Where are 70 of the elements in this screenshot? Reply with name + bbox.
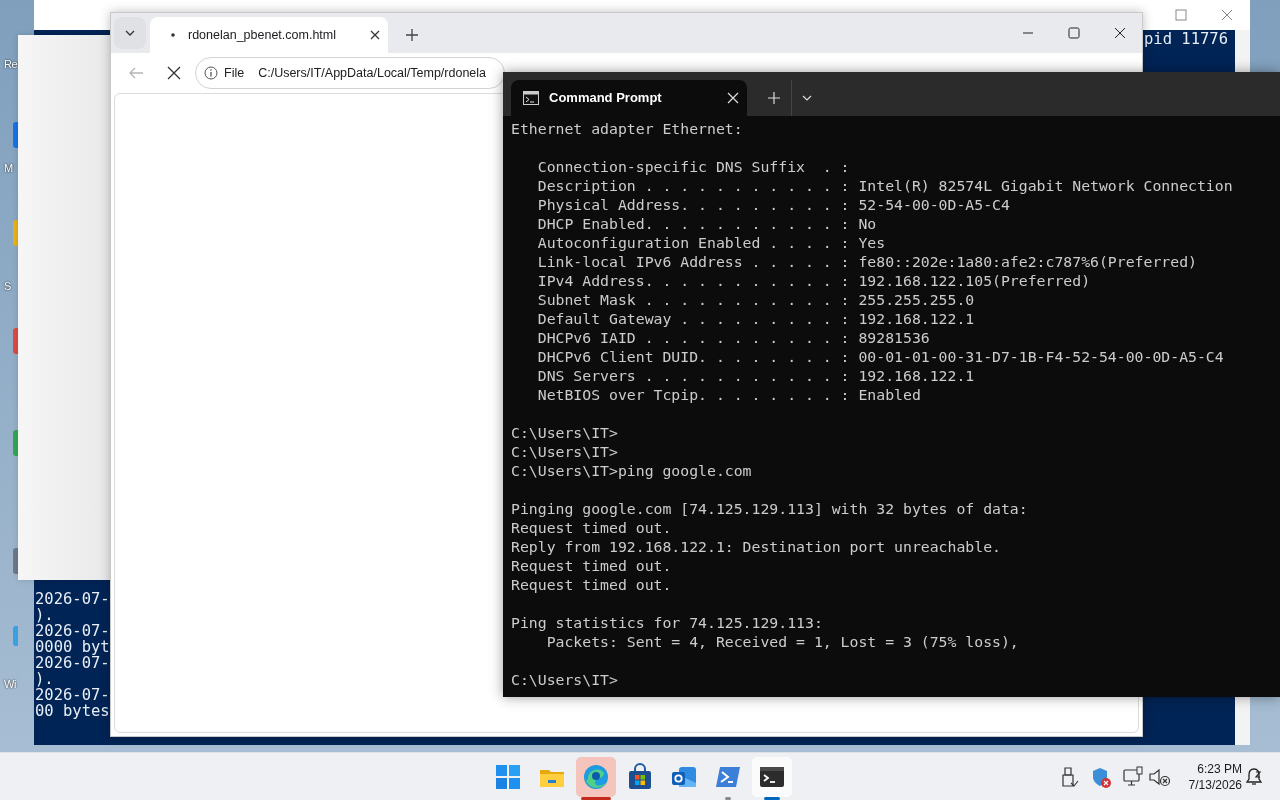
console-line: NetBIOS over Tcpip. . . . . . . . : Enabled <box>536 385 922 404</box>
close-icon <box>1114 27 1126 39</box>
console-line: Autoconfiguration Enabled . . . . : Yes <box>536 233 887 252</box>
browser-tab[interactable]: rdonelan_pbenet.com.html <box>150 17 388 53</box>
console-line: Ethernet adapter Ethernet: <box>511 119 744 138</box>
bell-icon <box>1244 767 1264 787</box>
console-line: DHCPv6 Client DUID. . . . . . . . : 00-01-01-00-31-D7-1B-F4-52-54-00-0D-A5-C4 <box>536 347 1225 366</box>
plus-icon <box>768 92 780 104</box>
console-line: ). <box>35 671 55 687</box>
console-line: ). <box>35 607 55 623</box>
console-line: 00 bytes <box>35 703 110 719</box>
close-icon <box>167 66 181 80</box>
console-icon <box>523 91 539 105</box>
console-line: C:\Users\IT> <box>511 670 619 689</box>
close-icon <box>370 30 380 40</box>
maximize-icon <box>1175 9 1187 21</box>
console-line: Request timed out. <box>511 518 673 537</box>
monitor-icon <box>1122 766 1144 788</box>
console-line: Description . . . . . . . . . . . : Intel(R) 82574L Gigabit Network Connection <box>536 176 1234 195</box>
console-line: Request timed out. <box>511 556 673 575</box>
tab-title: rdonelan_pbenet.com.html <box>188 26 337 44</box>
desktop-icon-label: Wi <box>4 677 16 692</box>
plus-icon <box>405 28 419 42</box>
windows-logo-icon <box>494 763 522 791</box>
console-line: Reply from 192.168.122.1: Destination port unreachable. <box>511 537 1002 556</box>
console-line: 2026-07- <box>35 623 110 639</box>
desktop-icon-label: S <box>4 279 11 294</box>
shield-icon <box>1090 766 1112 788</box>
desktop-icon-label: M <box>4 161 13 176</box>
console-line: C:\Users\IT> <box>511 423 619 442</box>
close-icon <box>1221 9 1233 21</box>
tab-title: Command Prompt <box>549 89 663 108</box>
desktop-icon-label: Re <box>4 57 18 72</box>
chevron-down-icon <box>801 93 812 103</box>
console-line: C:\Users\IT>ping google.com <box>511 461 753 480</box>
console-line: Packets: Sent = 4, Received = 1, Lost = 3 (75% loss), <box>545 632 1020 651</box>
info-icon[interactable] <box>204 66 218 80</box>
back-arrow-icon <box>128 65 144 81</box>
taskbar-app-button[interactable] <box>752 757 792 797</box>
clock[interactable]: 6:23 PM 7/13/2026 <box>1176 758 1242 796</box>
console-line: 2026-07- <box>35 655 110 671</box>
terminal-tab[interactable]: Command Prompt <box>511 80 747 116</box>
tab-close-button[interactable] <box>370 30 380 40</box>
url-text: C:/Users/IT/AppData/Local/Temp/rdonela <box>258 64 487 82</box>
console-line: 0000 byt <box>35 639 110 655</box>
console-line: Request timed out. <box>511 575 673 594</box>
console-line: DHCP Enabled. . . . . . . . . . . : No <box>536 214 878 233</box>
store-bag-icon <box>626 763 654 791</box>
console-text: pid 11776 <box>1144 30 1228 48</box>
tab-list-button[interactable] <box>114 17 146 49</box>
loading-icon <box>168 30 178 40</box>
console-line: 2026-07- <box>35 591 110 607</box>
browser-icon <box>582 763 610 791</box>
maximize-icon <box>1068 27 1080 39</box>
tray-icon-button[interactable] <box>1121 765 1145 789</box>
close-icon <box>727 92 739 104</box>
console-line: Connection-specific DNS Suffix . : <box>536 157 851 176</box>
console-line: Subnet Mask . . . . . . . . . . . : 255.255.255.0 <box>536 290 976 309</box>
console-line: Ping statistics for 74.125.129.113: <box>511 613 824 632</box>
scheme-label: File <box>224 64 245 82</box>
console-line: 2026-07- <box>35 687 110 703</box>
console-line: Physical Address. . . . . . . . . : 52-54-00-0D-A5-C4 <box>536 195 1011 214</box>
console-line: Pinging google.com [74.125.129.113] with 32 bytes of data: <box>511 499 1029 518</box>
muted-speaker-icon <box>1148 766 1170 788</box>
console-line: Default Gateway . . . . . . . . . : 192.168.122.1 <box>536 309 976 328</box>
console-line: DNS Servers . . . . . . . . . . . : 192.168.122.1 <box>536 366 976 385</box>
console-line: IPv4 Address. . . . . . . . . . . : 192.168.122.105(Preferred) <box>536 271 1092 290</box>
console-line: DHCPv6 IAID . . . . . . . . . . . : 89281536 <box>536 328 931 347</box>
console-line: Link-local IPv6 Address . . . . . : fe80::202e:1a80:afe2:c787%6(Preferred) <box>536 252 1198 271</box>
console-line: C:\Users\IT> <box>511 442 619 461</box>
